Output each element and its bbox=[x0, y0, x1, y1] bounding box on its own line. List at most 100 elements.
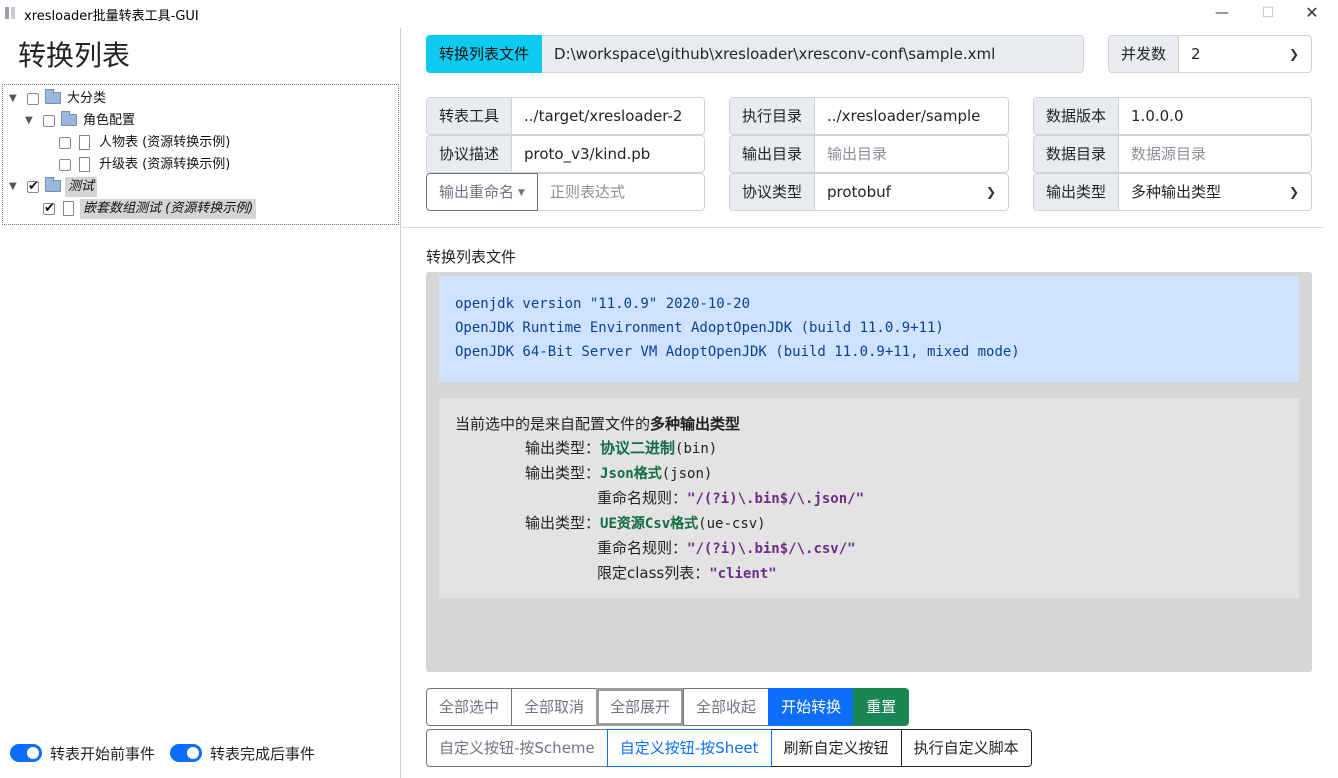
concurrency-label: 并发数 bbox=[1108, 35, 1180, 73]
window-title: xresloader批量转表工具-GUI bbox=[24, 9, 199, 24]
tool-group: 转表工具 ../target/xresloader-2 bbox=[426, 97, 705, 135]
proto-desc-input[interactable]: proto_v3/kind.pb bbox=[512, 135, 705, 173]
output-type-select[interactable]: 多种输出类型 ❯ bbox=[1119, 173, 1312, 211]
rename-rule-value: "/(?i)\.bin$/\.csv/" bbox=[687, 541, 856, 557]
folder-icon bbox=[45, 177, 61, 192]
output-dir-input[interactable]: 输出目录 bbox=[815, 135, 1009, 173]
tree-item-character-table[interactable]: 人物表 (资源转换示例) bbox=[59, 133, 389, 153]
chevron-down-icon: ❯ bbox=[985, 185, 996, 199]
log-output-area[interactable]: openjdk version "11.0.9" 2020-10-20 Open… bbox=[426, 272, 1312, 672]
config-pane: 转换列表文件 D:\workspace\github\xresloader\xr… bbox=[402, 28, 1338, 778]
expand-toggle-icon[interactable]: ▼ bbox=[9, 89, 17, 109]
tree-item-test[interactable]: ▼ 测试 bbox=[9, 177, 389, 197]
tree-checkbox[interactable] bbox=[59, 137, 71, 149]
caret-down-icon: ▼ bbox=[518, 187, 525, 198]
output-type-group: 输出类型 多种输出类型 ❯ bbox=[1033, 173, 1312, 211]
output-type-value: 多种输出类型 bbox=[1131, 183, 1222, 201]
after-event-label: 转表完成后事件 bbox=[210, 744, 316, 763]
file-icon bbox=[63, 201, 74, 216]
chevron-down-icon: ❯ bbox=[1288, 185, 1299, 199]
info-class-filter: 限定class列表："client" bbox=[455, 561, 1283, 586]
log-line: OpenJDK 64-Bit Server VM AdoptOpenJDK (b… bbox=[455, 344, 1020, 360]
data-version-input[interactable]: 1.0.0.0 bbox=[1119, 97, 1312, 135]
action-button-group: 全部选中 全部取消 全部展开 全部收起 开始转换 重置 bbox=[426, 688, 910, 726]
file-icon bbox=[79, 135, 90, 150]
data-dir-label: 数据目录 bbox=[1033, 135, 1120, 173]
exec-dir-input[interactable]: ../xresloader/sample bbox=[815, 97, 1009, 135]
rename-dropdown-button[interactable]: 输出重命名 ▼ bbox=[426, 173, 538, 211]
info-type-uecsv: 输出类型：UE资源Csv格式(ue-csv) bbox=[455, 511, 1283, 536]
concurrency-select[interactable]: 2 ❯ bbox=[1179, 35, 1312, 73]
data-version-group: 数据版本 1.0.0.0 bbox=[1033, 97, 1312, 135]
type-code: (ue-csv) bbox=[698, 516, 766, 532]
tree-item-label: 人物表 (资源转换示例) bbox=[99, 135, 231, 150]
deselect-all-button[interactable]: 全部取消 bbox=[511, 688, 598, 726]
tree-item-levelup-table[interactable]: 升级表 (资源转换示例) bbox=[59, 155, 389, 175]
list-file-button[interactable]: 转换列表文件 bbox=[426, 35, 543, 73]
rename-regex-input[interactable]: 正则表达式 bbox=[537, 173, 705, 211]
tree-item-label: 测试 bbox=[65, 177, 98, 197]
proto-type-value: protobuf bbox=[827, 183, 891, 201]
tree-item-role-config[interactable]: ▼ 角色配置 bbox=[25, 111, 385, 131]
output-dir-group: 输出目录 输出目录 bbox=[729, 135, 1009, 173]
info-type-json: 输出类型：Json格式(json) bbox=[455, 461, 1283, 486]
toggle-switch-icon[interactable] bbox=[170, 744, 202, 762]
custom-sheet-button[interactable]: 自定义按钮-按Sheet bbox=[606, 729, 772, 767]
tree-checkbox[interactable] bbox=[43, 115, 55, 127]
run-script-button[interactable]: 执行自定义脚本 bbox=[900, 729, 1032, 767]
list-file-path[interactable]: D:\workspace\github\xresloader\xresconv-… bbox=[542, 35, 1084, 73]
select-all-button[interactable]: 全部选中 bbox=[426, 688, 513, 726]
expand-toggle-icon[interactable]: ▼ bbox=[9, 177, 17, 197]
tree-checkbox[interactable] bbox=[59, 159, 71, 171]
type-code: (bin) bbox=[675, 441, 718, 457]
type-label: 输出类型： bbox=[525, 514, 601, 532]
tree-item-label: 角色配置 bbox=[83, 113, 136, 128]
type-name: Json格式 bbox=[600, 466, 662, 482]
toggle-switch-icon[interactable] bbox=[10, 744, 42, 762]
collapse-all-button[interactable]: 全部收起 bbox=[683, 688, 770, 726]
tree-checkbox-checked[interactable] bbox=[27, 177, 39, 197]
start-convert-button[interactable]: 开始转换 bbox=[768, 688, 855, 726]
proto-desc-label: 协议描述 bbox=[426, 135, 513, 173]
window-titlebar: xresloader批量转表工具-GUI — ☐ ✕ bbox=[0, 0, 1338, 28]
custom-button-group: 自定义按钮-按Scheme 自定义按钮-按Sheet 刷新自定义按钮 执行自定义… bbox=[426, 729, 1032, 767]
conversion-tree: ▼ 大分类 ▼ 角色配置 人物表 (资源转换示例) 升级表 (资源转换示例) ▼ bbox=[2, 84, 399, 225]
folder-icon bbox=[45, 89, 61, 104]
rename-group: 输出重命名 ▼ 正则表达式 bbox=[426, 173, 705, 211]
tree-checkbox-checked[interactable] bbox=[43, 199, 55, 219]
app-icon bbox=[5, 7, 19, 19]
tool-input[interactable]: ../target/xresloader-2 bbox=[512, 97, 705, 135]
rename-rule-label: 重命名规则： bbox=[597, 489, 688, 507]
file-icon bbox=[79, 157, 90, 172]
tree-item-label: 大分类 bbox=[67, 91, 107, 106]
data-dir-group: 数据目录 数据源目录 bbox=[1033, 135, 1312, 173]
tree-item-label: 升级表 (资源转换示例) bbox=[99, 157, 231, 172]
close-button[interactable]: ✕ bbox=[1292, 2, 1332, 24]
output-dir-label: 输出目录 bbox=[729, 135, 816, 173]
type-name: 协议二进制 bbox=[600, 439, 676, 457]
output-type-label: 输出类型 bbox=[1033, 173, 1120, 211]
data-dir-input[interactable]: 数据源目录 bbox=[1119, 135, 1312, 173]
maximize-button[interactable]: ☐ bbox=[1248, 2, 1288, 24]
output-type-info-log: 当前选中的是来自配置文件的多种输出类型 输出类型：协议二进制(bin) 输出类型… bbox=[439, 398, 1299, 598]
minimize-button[interactable]: — bbox=[1202, 2, 1242, 24]
info-intro-prefix: 当前选中的是来自配置文件的 bbox=[455, 415, 651, 433]
expand-toggle-icon[interactable]: ▼ bbox=[25, 111, 33, 131]
type-name: UE资源Csv格式 bbox=[600, 516, 699, 532]
custom-scheme-button[interactable]: 自定义按钮-按Scheme bbox=[426, 729, 608, 767]
refresh-custom-button[interactable]: 刷新自定义按钮 bbox=[770, 729, 902, 767]
info-rename-csv: 重命名规则："/(?i)\.bin$/\.csv/" bbox=[455, 536, 1283, 561]
before-event-toggle[interactable]: 转表开始前事件 bbox=[10, 741, 155, 765]
reset-button[interactable]: 重置 bbox=[853, 688, 910, 726]
log-line: OpenJDK Runtime Environment AdoptOpenJDK… bbox=[455, 320, 944, 336]
tree-checkbox[interactable] bbox=[27, 93, 39, 105]
folder-icon bbox=[61, 111, 77, 126]
tree-item-category[interactable]: ▼ 大分类 bbox=[9, 89, 389, 109]
log-section-label: 转换列表文件 bbox=[426, 248, 517, 266]
chevron-down-icon: ❯ bbox=[1288, 47, 1299, 61]
tree-item-nested-array-test[interactable]: 嵌套数组测试 (资源转换示例) bbox=[43, 199, 393, 219]
proto-type-select[interactable]: protobuf ❯ bbox=[815, 173, 1009, 211]
expand-all-button[interactable]: 全部展开 bbox=[596, 688, 685, 726]
after-event-toggle[interactable]: 转表完成后事件 bbox=[170, 741, 315, 765]
type-label: 输出类型： bbox=[525, 439, 601, 457]
